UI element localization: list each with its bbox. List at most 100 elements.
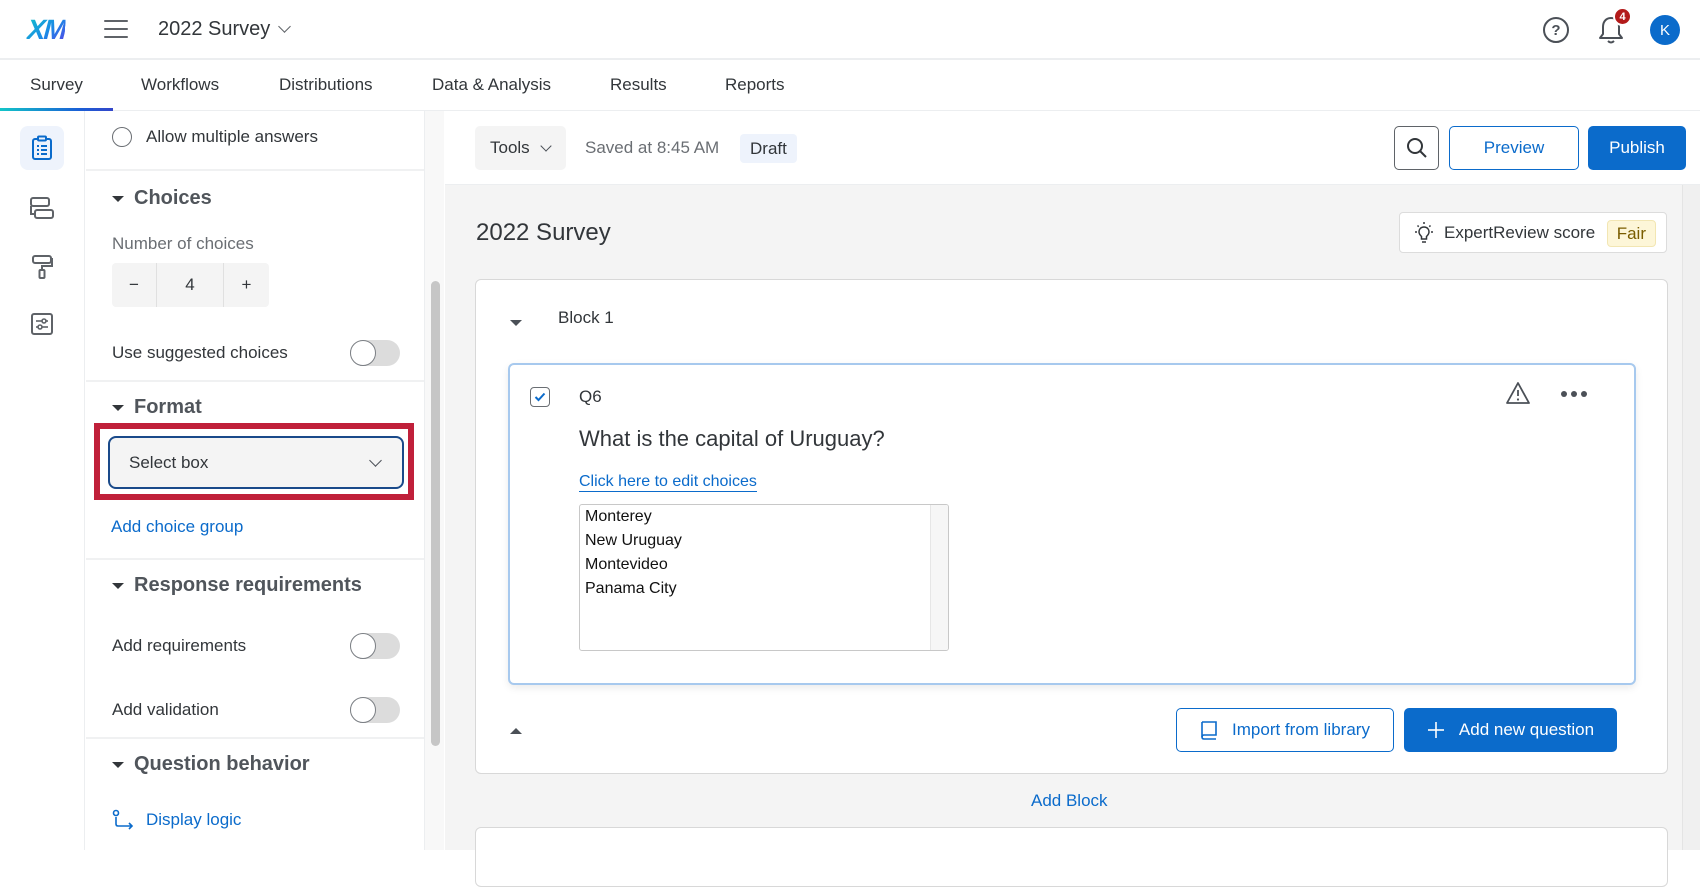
collapse-block-caret-icon[interactable] <box>510 320 522 326</box>
add-question-label: Add new question <box>1458 720 1595 739</box>
tab-results[interactable]: Results <box>610 60 667 110</box>
suggested-choices-toggle[interactable] <box>350 340 400 366</box>
notification-count-badge: 4 <box>1613 7 1632 26</box>
choices-section-toggle[interactable]: Choices <box>112 187 212 210</box>
choice-option[interactable]: New Uruguay <box>585 532 682 550</box>
help-icon[interactable]: ? <box>1543 17 1569 43</box>
tab-data-analysis[interactable]: Data & Analysis <box>432 60 551 110</box>
choice-option[interactable]: Monterey <box>585 508 652 526</box>
display-logic-label: Display logic <box>146 810 242 829</box>
book-icon <box>1201 721 1217 740</box>
caret-down-icon <box>112 195 124 202</box>
user-avatar[interactable]: K <box>1650 15 1680 45</box>
question-select-checkbox[interactable] <box>530 387 550 407</box>
next-block <box>475 827 1668 887</box>
number-of-choices-input[interactable]: 4 <box>157 263 224 307</box>
survey-title-dropdown[interactable]: 2022 Survey <box>158 18 292 41</box>
survey-block: Block 1 Q6 What is the capital of Urugua… <box>475 279 1668 774</box>
choices-heading: Choices <box>134 187 212 209</box>
import-label: Import from library <box>1232 720 1370 739</box>
add-requirements-toggle[interactable] <box>350 633 400 659</box>
plus-icon <box>1427 722 1444 738</box>
search-icon <box>1406 138 1427 158</box>
choice-option[interactable]: Panama City <box>585 580 677 598</box>
question-behavior-heading: Question behavior <box>134 753 310 775</box>
rail-survey-flow-button[interactable] <box>20 186 64 230</box>
edit-choices-link[interactable]: Click here to edit choices <box>579 473 757 492</box>
canvas-scrollbar[interactable] <box>1682 185 1700 850</box>
choices-scrollbar[interactable] <box>930 505 948 650</box>
question-card[interactable]: Q6 What is the capital of Uruguay? Click… <box>508 363 1636 685</box>
draft-badge: Draft <box>740 134 797 163</box>
format-heading: Format <box>134 396 202 418</box>
more-options-icon[interactable] <box>1561 391 1587 397</box>
allow-multiple-radio[interactable] <box>112 127 132 147</box>
xm-logo[interactable]: XM <box>26 14 66 46</box>
question-behavior-section-toggle[interactable]: Question behavior <box>112 753 310 776</box>
format-select[interactable]: Select box <box>108 436 404 489</box>
top-bar: XM 2022 Survey ? 4 K <box>0 0 1700 60</box>
decrement-button[interactable]: − <box>112 263 157 307</box>
expert-review-button[interactable]: ExpertReview score Fair <box>1399 212 1667 253</box>
survey-clipboard-icon <box>32 135 52 160</box>
caret-down-icon <box>112 404 124 411</box>
warning-icon[interactable] <box>1505 381 1531 410</box>
response-requirements-section-toggle[interactable]: Response requirements <box>112 574 362 597</box>
response-requirements-heading: Response requirements <box>134 574 362 596</box>
collapse-up-caret-icon[interactable] <box>510 728 522 734</box>
divider <box>86 380 424 382</box>
choice-option[interactable]: Montevideo <box>585 556 668 574</box>
divider <box>86 169 424 171</box>
menu-hamburger-icon[interactable] <box>104 20 128 38</box>
format-section-toggle[interactable]: Format <box>112 396 202 419</box>
survey-editor-canvas: Tools Saved at 8:45 AM Draft Preview Pub… <box>445 111 1700 887</box>
lightbulb-icon <box>1415 221 1433 243</box>
search-button[interactable] <box>1394 126 1439 170</box>
import-from-library-button[interactable]: Import from library <box>1176 708 1394 752</box>
increment-button[interactable]: + <box>224 263 269 307</box>
left-rail <box>0 111 85 850</box>
look-and-feel-roller-icon <box>32 255 53 279</box>
rail-survey-button[interactable] <box>20 126 64 170</box>
caret-down-icon <box>112 582 124 589</box>
tab-reports[interactable]: Reports <box>725 60 785 110</box>
tab-distributions[interactable]: Distributions <box>279 60 373 110</box>
display-logic-icon <box>112 809 134 830</box>
divider <box>86 737 424 739</box>
tools-dropdown-button[interactable]: Tools <box>475 126 566 170</box>
block-name[interactable]: Block 1 <box>558 308 614 328</box>
question-text[interactable]: What is the capital of Uruguay? <box>579 426 885 452</box>
expert-review-score-badge: Fair <box>1606 220 1656 247</box>
allow-multiple-label: Allow multiple answers <box>146 127 318 146</box>
editor-toolbar: Tools Saved at 8:45 AM Draft Preview Pub… <box>445 111 1700 185</box>
checkmark-icon <box>534 392 546 402</box>
rail-survey-options-button[interactable] <box>20 302 64 346</box>
chevron-down-icon <box>278 20 292 33</box>
question-settings-panel: Allow multiple answers Choices Number of… <box>86 111 424 850</box>
add-new-question-button[interactable]: Add new question <box>1404 708 1617 752</box>
suggested-choices-label: Use suggested choices <box>112 343 288 362</box>
tools-label: Tools <box>490 138 530 157</box>
chevron-down-icon <box>540 139 552 152</box>
saved-status: Saved at 8:45 AM <box>585 138 720 157</box>
format-select-value: Select box <box>129 452 209 472</box>
add-block-link[interactable]: Add Block <box>1031 791 1108 811</box>
tab-survey[interactable]: Survey <box>0 60 113 111</box>
number-of-choices-stepper: − 4 + <box>112 263 269 307</box>
publish-button[interactable]: Publish <box>1588 126 1686 170</box>
divider <box>86 558 424 560</box>
panel-scrollbar-thumb[interactable] <box>431 281 440 746</box>
display-logic-link[interactable]: Display logic <box>112 809 241 831</box>
rail-look-and-feel-button[interactable] <box>20 245 64 289</box>
question-id: Q6 <box>579 387 602 406</box>
panel-scrollbar[interactable] <box>424 111 444 850</box>
add-validation-label: Add validation <box>112 700 219 719</box>
caret-down-icon <box>112 761 124 768</box>
add-choice-group-link[interactable]: Add choice group <box>111 517 243 537</box>
choices-select-box[interactable]: Monterey New Uruguay Montevideo Panama C… <box>579 504 949 651</box>
survey-flow-icon <box>30 197 54 219</box>
add-validation-toggle[interactable] <box>350 697 400 723</box>
expert-review-label: ExpertReview score <box>1444 222 1596 242</box>
preview-button[interactable]: Preview <box>1449 126 1579 170</box>
tab-workflows[interactable]: Workflows <box>141 60 219 110</box>
